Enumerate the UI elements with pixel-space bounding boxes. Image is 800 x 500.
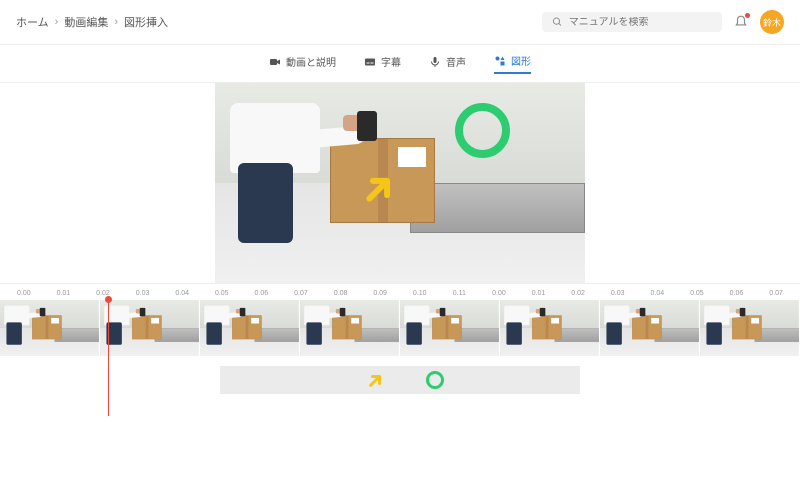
thumbnail[interactable] — [700, 300, 800, 356]
arrow-shape-icon — [362, 366, 390, 394]
breadcrumb-shapes: 図形挿入 — [124, 14, 168, 30]
time-mark: 0.02 — [83, 290, 123, 297]
notifications-icon[interactable] — [734, 15, 748, 29]
tabs: 動画と説明 字幕 音声 図形 — [0, 45, 800, 83]
tab-subtitle[interactable]: 字幕 — [364, 53, 401, 74]
time-mark: 0.00 — [479, 290, 519, 297]
thumbnail[interactable] — [400, 300, 500, 356]
time-mark: 0.10 — [400, 290, 440, 297]
time-mark: 0.07 — [281, 290, 321, 297]
time-mark: 0.03 — [123, 290, 163, 297]
shape-track — [0, 356, 800, 402]
tab-video-label: 動画と説明 — [286, 54, 336, 69]
breadcrumb: ホーム › 動画編集 › 図形挿入 — [16, 14, 168, 30]
thumbnail[interactable] — [500, 300, 600, 356]
avatar[interactable]: 鈴木 — [760, 10, 784, 34]
time-mark: 0.06 — [242, 290, 282, 297]
tab-shapes[interactable]: 図形 — [494, 53, 531, 74]
breadcrumb-home[interactable]: ホーム — [16, 14, 49, 30]
timeline-thumbnails[interactable] — [0, 300, 800, 356]
circle-shape-icon — [426, 371, 444, 389]
thumbnail[interactable] — [100, 300, 200, 356]
time-mark: 0.07 — [756, 290, 796, 297]
time-mark: 0.11 — [440, 290, 480, 297]
breadcrumb-edit[interactable]: 動画編集 — [64, 14, 108, 30]
search-input[interactable] — [542, 12, 722, 32]
annotation-circle[interactable] — [455, 103, 510, 158]
time-mark: 0.03 — [598, 290, 638, 297]
preview-area — [0, 83, 800, 283]
timeline-ruler: 0.00 0.01 0.02 0.03 0.04 0.05 0.06 0.07 … — [0, 283, 800, 300]
tab-audio[interactable]: 音声 — [429, 53, 466, 74]
tab-video[interactable]: 動画と説明 — [269, 53, 336, 74]
mic-icon — [429, 56, 441, 68]
thumbnail[interactable] — [0, 300, 100, 356]
tab-audio-label: 音声 — [446, 54, 466, 69]
thumbnail[interactable] — [300, 300, 400, 356]
subtitle-icon — [364, 56, 376, 68]
time-mark: 0.09 — [360, 290, 400, 297]
chevron-right-icon: › — [55, 16, 59, 28]
shape-clip[interactable] — [220, 366, 580, 394]
time-mark: 0.06 — [717, 290, 757, 297]
chevron-right-icon: › — [114, 16, 118, 28]
time-mark: 0.02 — [558, 290, 598, 297]
video-preview[interactable] — [215, 83, 585, 283]
shapes-icon — [494, 55, 506, 67]
tab-subtitle-label: 字幕 — [381, 54, 401, 69]
time-mark: 0.05 — [202, 290, 242, 297]
playhead[interactable] — [108, 300, 109, 416]
time-mark: 0.00 — [4, 290, 44, 297]
time-mark: 0.01 — [519, 290, 559, 297]
time-mark: 0.08 — [321, 290, 361, 297]
time-mark: 0.01 — [44, 290, 84, 297]
video-icon — [269, 56, 281, 68]
time-mark: 0.04 — [162, 290, 202, 297]
search-icon — [552, 16, 563, 28]
thumbnail[interactable] — [600, 300, 700, 356]
header: ホーム › 動画編集 › 図形挿入 鈴木 — [0, 0, 800, 45]
time-mark: 0.04 — [638, 290, 678, 297]
time-mark: 0.05 — [677, 290, 717, 297]
search-field[interactable] — [569, 17, 712, 28]
tab-shapes-label: 図形 — [511, 53, 531, 68]
thumbnail[interactable] — [200, 300, 300, 356]
